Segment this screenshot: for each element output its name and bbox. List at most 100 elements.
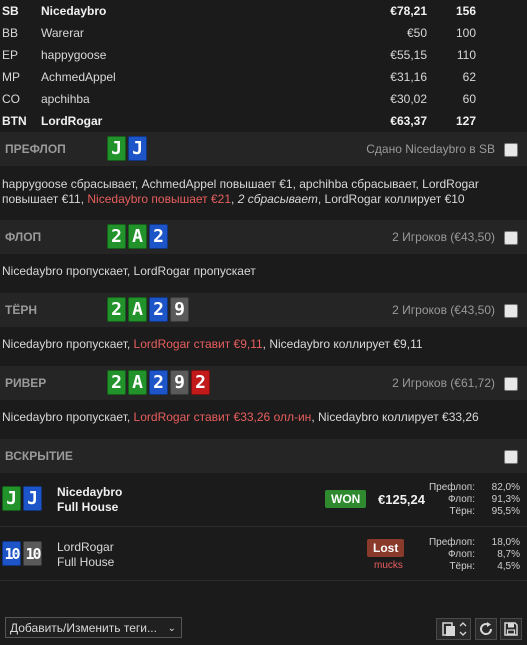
won-badge: WON [325,490,367,508]
card-diamond: J [128,136,147,161]
action-text: повышает €11, [2,192,88,206]
street-summary: Сдано Nicedaybro в SB [366,142,495,156]
divider [0,526,527,527]
shown-cards: 10 10 [2,541,42,566]
street-summary: 2 Игроков (€43,50) [392,230,495,244]
player-row: EP happygoose €55,15 110 [0,44,527,66]
player-info: LordRogar Full House [57,540,114,570]
player-stack: €63,37 [390,114,427,128]
player-name: apchihba [41,92,90,106]
action-line: повышает €11, Nicedaybro повышает €21, 2… [2,192,522,207]
tags-dropdown[interactable]: Добавить/Изменить теги... ⌄ [5,617,182,638]
showdown-row-winner: JJ Nicedaybro Full House WON €125,24 Пре… [0,478,527,522]
street-checkbox[interactable] [504,450,518,464]
action-text: Nicedaybro пропускает, [2,337,134,351]
street-river: РИВЕР 2A292 2 Игроков (€61,72) [0,366,527,400]
equity-value: 4,5% [497,561,520,572]
action-text: , Nicedaybro коллирует €33,26 [311,410,479,424]
street-checkbox[interactable] [504,377,518,391]
player-stack: €55,15 [390,48,427,62]
equity-label: Флоп: [448,549,475,560]
street-title: РИВЕР [5,376,47,390]
equity-value: 82,0% [491,482,520,493]
player-row: CO apchihba €30,02 60 [0,88,527,110]
street-checkbox[interactable] [504,304,518,318]
copy-button[interactable] [436,618,471,640]
showdown-row-loser: 10 10 LordRogar Full House Lost mucks Пре… [0,533,527,577]
copy-icon [441,622,466,636]
mucks-label: mucks [374,560,403,571]
player-position: BTN [2,114,27,128]
player-name: Nicedaybro [41,4,107,18]
divider [0,580,527,581]
card-spade: 9 [170,297,189,322]
refresh-button[interactable] [475,618,497,640]
player-row: SB Nicedaybro €78,21 156 [0,0,527,22]
card-diamond: 2 [149,297,168,322]
equity-list: Префлоп: 18,0% Флоп: 8,7% Тёрн: 4,5% [420,537,520,577]
shown-cards: JJ [2,486,42,511]
card-club: 2 [107,224,126,249]
player-position: BB [2,26,19,40]
street-preflop: ПРЕФЛОП JJ Сдано Nicedaybro в SB [0,132,527,166]
player-name: AchmedAppel [41,70,116,84]
equity-value: 8,7% [497,549,520,560]
save-button[interactable] [500,618,522,640]
folds-summary: 2 сбрасывает [237,192,318,206]
action-text: , Nicedaybro коллирует €9,11 [262,337,423,351]
card-club: 2 [107,297,126,322]
action-text: , LordRogar коллирует €10 [317,192,465,206]
street-title: ТЁРН [5,303,38,317]
villain-bet: LordRogar ставит €9,11 [133,337,263,351]
equity-label: Префлоп: [428,482,475,493]
street-title: ПРЕФЛОП [5,142,66,156]
player-info: Nicedaybro Full House [57,485,122,515]
street-showdown: ВСКРЫТИЕ [0,439,527,473]
equity-row: Тёрн: 95,5% [420,506,520,518]
player-name: happygoose [41,48,107,62]
street-title: ФЛОП [5,230,42,244]
villain-allin: LordRogar ставит €33,26 олл-ин [133,410,312,424]
player-row: BB Warerar €50 100 [0,22,527,44]
street-flop: ФЛОП 2A2 2 Игроков (€43,50) [0,220,527,254]
player-bb: 156 [455,4,476,18]
street-checkbox[interactable] [504,231,518,245]
equity-value: 95,5% [491,506,520,517]
board-cards: 2A29 [107,297,189,322]
card-diamond: 2 [149,224,168,249]
equity-value: 18,0% [491,537,520,548]
card-heart: 2 [191,370,210,395]
player-stack: €31,16 [390,70,427,84]
player-position: MP [2,70,20,84]
player-bb: 62 [462,70,476,84]
tags-dropdown-label: Добавить/Изменить теги... [10,621,157,635]
lost-badge: Lost [367,539,405,557]
player-position: EP [2,48,19,62]
player-name: LordRogar [57,540,114,554]
card-club: A [128,297,147,322]
equity-row: Префлоп: 82,0% [420,482,520,494]
player-row: BTN LordRogar €63,37 127 [0,110,527,132]
player-name: Warerar [41,26,84,40]
card-club: J [2,486,21,511]
player-bb: 110 [456,48,476,62]
equity-label: Флоп: [448,494,475,505]
refresh-icon [480,622,493,635]
card-diamond: 10 [2,541,21,566]
player-stack: €30,02 [390,92,427,106]
card-club: A [128,370,147,395]
street-summary: 2 Игроков (€61,72) [392,376,495,390]
player-position: CO [2,92,20,106]
card-diamond: J [23,486,42,511]
card-spade: 9 [170,370,189,395]
save-icon [504,622,518,636]
card-club: A [128,224,147,249]
equity-row: Префлоп: 18,0% [420,537,520,549]
street-title: ВСКРЫТИЕ [5,449,73,463]
player-bb: 100 [455,26,476,40]
player-bb: 127 [455,114,476,128]
equity-label: Префлоп: [428,537,475,548]
players-table: SB Nicedaybro €78,21 156 BB Warerar €50 100 EP ha… [0,0,527,132]
street-checkbox[interactable] [504,143,518,157]
action-text: , [231,192,238,206]
